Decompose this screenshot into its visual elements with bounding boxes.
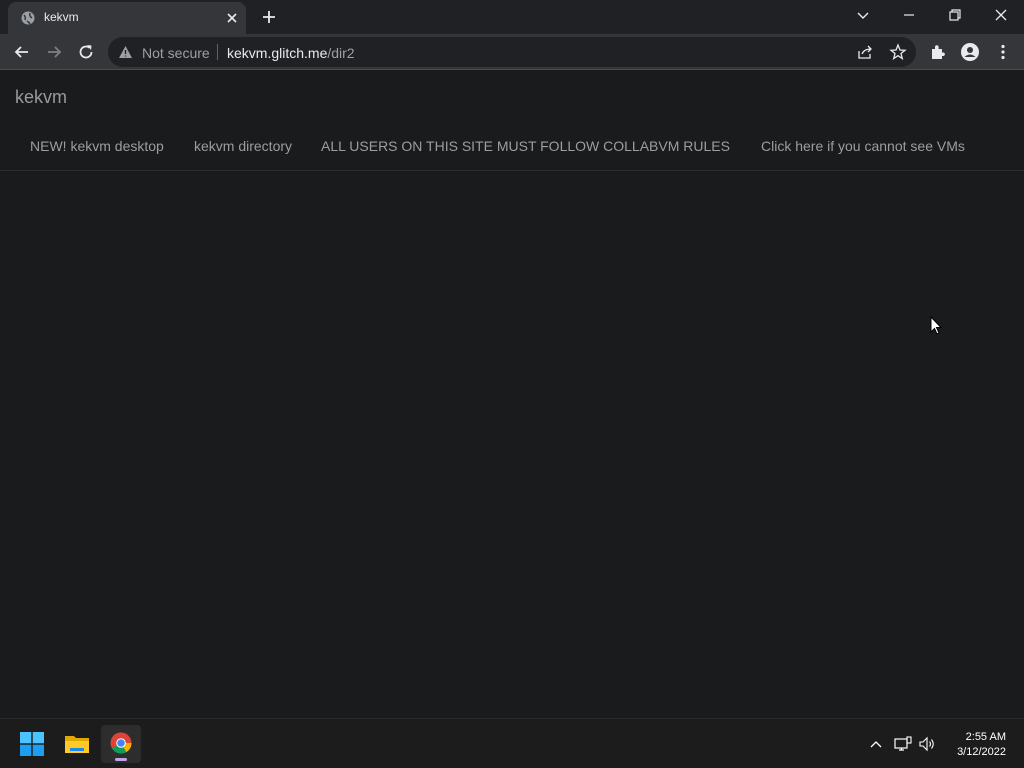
- browser-toolbar: Not secure kekvm.glitch.me/dir2: [0, 34, 1024, 70]
- volume-icon[interactable]: [919, 736, 937, 752]
- bookmark-star-icon[interactable]: [889, 43, 907, 61]
- url-text[interactable]: kekvm.glitch.me/dir2: [227, 45, 355, 61]
- restore-icon[interactable]: [945, 5, 965, 25]
- warning-icon[interactable]: [118, 45, 133, 59]
- file-explorer-button[interactable]: [57, 725, 97, 763]
- tab-title: kekvm: [44, 10, 79, 24]
- mouse-cursor-icon: [930, 316, 942, 335]
- nav-link-cannot-see-vms[interactable]: Click here if you cannot see VMs: [761, 138, 965, 154]
- url-domain: kekvm.glitch.me: [227, 45, 328, 61]
- profile-icon[interactable]: [960, 42, 980, 62]
- clock-time: 2:55 AM: [965, 731, 1006, 743]
- start-button[interactable]: [12, 725, 52, 763]
- nav-link-rules[interactable]: ALL USERS ON THIS SITE MUST FOLLOW COLLA…: [321, 138, 730, 154]
- forward-icon[interactable]: [44, 42, 64, 62]
- menu-kebab-icon[interactable]: [993, 42, 1013, 62]
- tab-search-icon[interactable]: [853, 5, 873, 25]
- nav-link-desktop[interactable]: NEW! kekvm desktop: [30, 138, 164, 154]
- system-clock[interactable]: 2:55 AM 3/12/2022: [940, 730, 1006, 760]
- windows-logo-icon: [20, 732, 44, 756]
- url-path: /dir2: [327, 45, 355, 61]
- folder-icon: [65, 736, 89, 753]
- windows-taskbar: 2:55 AM 3/12/2022: [0, 718, 1024, 768]
- nav-link-directory[interactable]: kekvm directory: [194, 138, 292, 154]
- clock-date: 3/12/2022: [957, 746, 1006, 758]
- address-bar[interactable]: Not secure kekvm.glitch.me/dir2: [108, 37, 916, 67]
- chrome-icon: [110, 732, 132, 754]
- chrome-taskbar-button[interactable]: [101, 725, 141, 763]
- web-page: kekvm NEW! kekvm desktop kekvm directory…: [0, 71, 1024, 718]
- reload-icon[interactable]: [76, 42, 96, 62]
- site-brand[interactable]: kekvm: [15, 87, 67, 108]
- chevron-up-icon[interactable]: [867, 736, 885, 752]
- close-window-icon[interactable]: [991, 5, 1011, 25]
- active-app-indicator: [115, 758, 127, 761]
- separator: [217, 44, 218, 60]
- globe-icon: [21, 11, 35, 25]
- new-tab-icon[interactable]: [260, 8, 278, 26]
- back-icon[interactable]: [12, 42, 32, 62]
- browser-tab[interactable]: kekvm: [8, 2, 246, 34]
- site-navbar: NEW! kekvm desktop kekvm directory ALL U…: [0, 113, 1024, 171]
- browser-titlebar: kekvm: [0, 0, 1024, 34]
- share-icon[interactable]: [857, 44, 873, 60]
- security-label[interactable]: Not secure: [142, 45, 210, 61]
- minimize-icon[interactable]: [899, 5, 919, 25]
- close-tab-icon[interactable]: [224, 10, 240, 26]
- extensions-icon[interactable]: [928, 42, 948, 62]
- network-icon[interactable]: [894, 736, 912, 752]
